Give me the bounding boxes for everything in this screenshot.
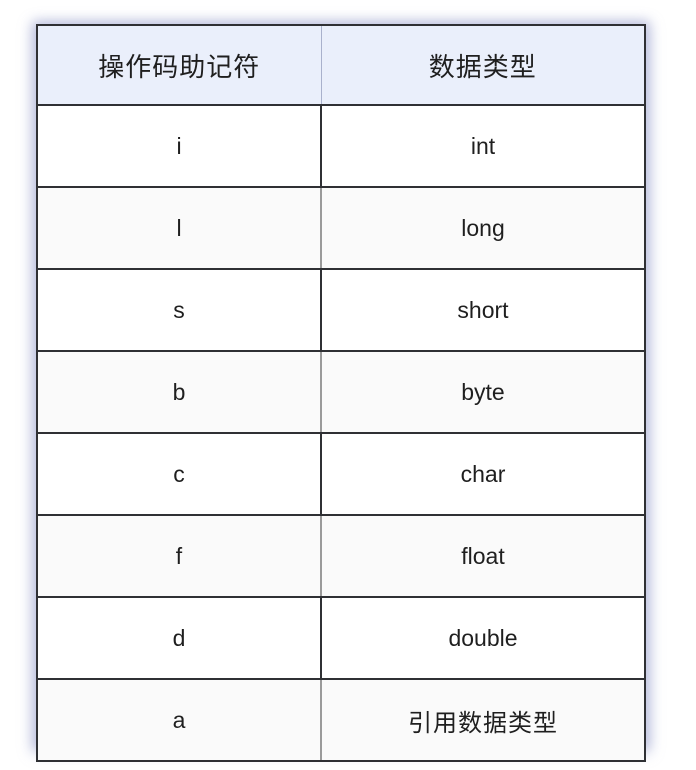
document-page: 操作码助记符 数据类型 i int l long s short b byte … xyxy=(0,0,696,770)
table-body: i int l long s short b byte c char f flo… xyxy=(38,105,644,760)
cell-datatype: double xyxy=(321,597,644,680)
table-row: c char xyxy=(38,433,644,516)
cell-mnemonic: b xyxy=(38,351,322,434)
cell-mnemonic: i xyxy=(38,105,322,188)
cell-mnemonic: f xyxy=(38,515,322,598)
cell-mnemonic: d xyxy=(38,597,322,680)
table-header: 操作码助记符 数据类型 xyxy=(38,26,644,106)
cell-datatype: char xyxy=(321,433,644,516)
table-header-row: 操作码助记符 数据类型 xyxy=(38,26,644,106)
cell-mnemonic: l xyxy=(38,187,322,270)
table-row: d double xyxy=(38,597,644,680)
cell-datatype: byte xyxy=(321,351,644,434)
cell-mnemonic: s xyxy=(38,269,322,352)
table-row: a 引用数据类型 xyxy=(38,679,644,760)
cell-datatype: short xyxy=(321,269,644,352)
table-row: i int xyxy=(38,105,644,188)
cell-mnemonic: a xyxy=(38,679,322,760)
cell-datatype: long xyxy=(321,187,644,270)
cell-datatype: float xyxy=(321,515,644,598)
column-header-mnemonic: 操作码助记符 xyxy=(38,26,322,106)
cell-datatype: 引用数据类型 xyxy=(408,709,558,737)
table-row: s short xyxy=(38,269,644,352)
opcode-datatype-table: 操作码助记符 数据类型 i int l long s short b byte … xyxy=(38,26,644,760)
cell-datatype: int xyxy=(321,105,644,188)
table-row: b byte xyxy=(38,351,644,434)
table-row: l long xyxy=(38,187,644,270)
table-row: f float xyxy=(38,515,644,598)
opcode-table-container: 操作码助记符 数据类型 i int l long s short b byte … xyxy=(36,24,646,762)
cell-mnemonic: c xyxy=(38,433,322,516)
column-header-datatype: 数据类型 xyxy=(321,26,644,106)
